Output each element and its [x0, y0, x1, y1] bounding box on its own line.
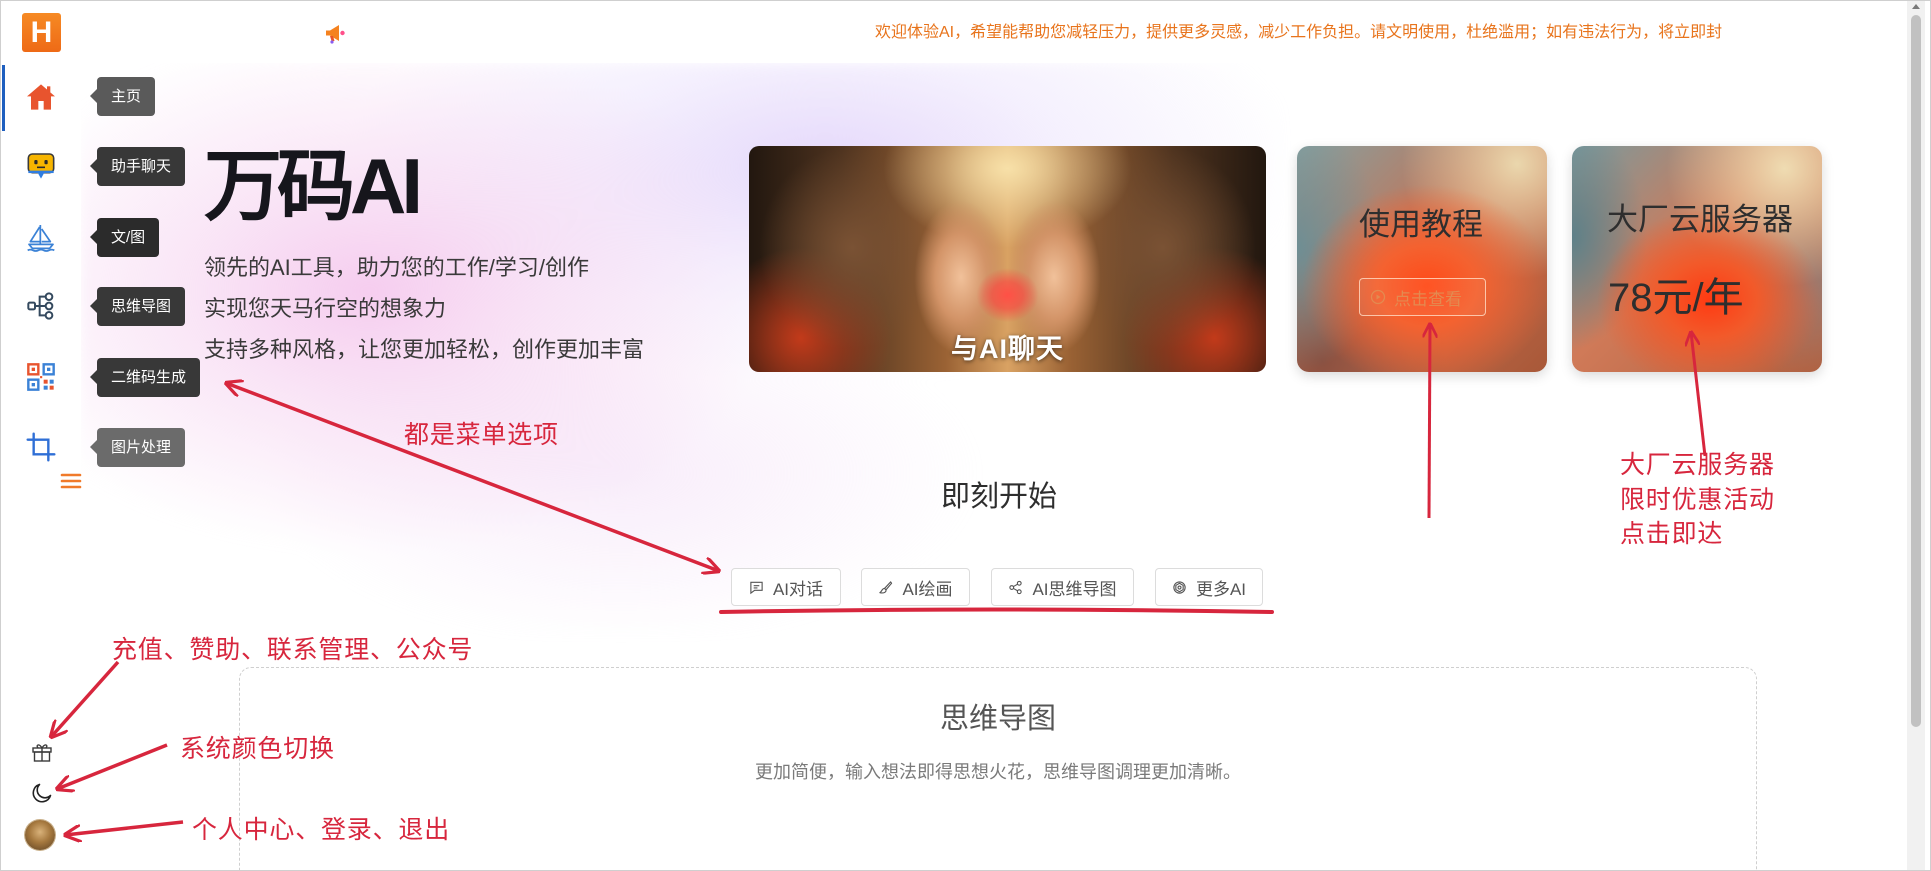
announcement-marquee: 欢迎体验AI，希望能帮助您减轻压力，提供更多灵感，减少工作负担。请文明使用，杜绝…	[875, 24, 1723, 41]
start-section-title: 即刻开始	[940, 481, 1057, 513]
app-screen: H 欢迎体验AI，希望能帮助您减轻压力，提供更多灵感，减少工作负担。请文明使用，…	[0, 0, 1931, 871]
annotation-theme: 系统颜色切换	[180, 735, 335, 763]
mindmap-icon	[25, 290, 57, 322]
feature-title: 思维导图	[939, 703, 1056, 735]
annotation-user: 个人中心、登录、退出	[192, 816, 451, 844]
gift-icon[interactable]	[30, 740, 54, 764]
more-ai-button[interactable]: 更多AI	[1155, 568, 1263, 606]
view-tutorial-button[interactable]: 点击查看	[1359, 278, 1486, 316]
chat-robot-icon	[25, 150, 57, 182]
sidebar-item-text-image[interactable]	[1, 209, 81, 265]
ai-chat-banner[interactable]: 与AI聊天	[749, 146, 1266, 372]
sailboat-icon	[25, 221, 57, 253]
ai-chat-button-label: AI对话	[772, 579, 824, 599]
cloud-server-card-title: 大厂云服务器	[1607, 202, 1793, 237]
ai-mindmap-button-label: AI思维导图	[1032, 579, 1117, 599]
page-scrollbar[interactable]	[1907, 1, 1925, 870]
sidebar-tooltip-home: 主页	[89, 77, 156, 116]
scrollbar-thumb[interactable]	[1911, 15, 1921, 727]
ai-drawing-button[interactable]: AI绘画	[861, 568, 970, 606]
more-ai-button-label: 更多AI	[1195, 579, 1247, 599]
hero-line: 实现您天马行空的想象力	[204, 296, 447, 321]
banner-caption: 与AI聊天	[951, 334, 1064, 364]
chat-bubble-icon	[749, 580, 764, 595]
sidebar-tooltip-chat: 助手聊天	[89, 147, 186, 186]
hamburger-icon[interactable]	[60, 470, 82, 492]
scroll-up-arrow-icon[interactable]	[1912, 4, 1920, 9]
hero-line: 支持多种风格，让您更加轻松，创作更加丰富	[204, 337, 645, 362]
cloud-server-card[interactable]: 大厂云服务器 78元/年	[1572, 146, 1822, 372]
top-bar: H 欢迎体验AI，希望能帮助您减轻压力，提供更多灵感，减少工作负担。请文明使用，…	[1, 1, 1930, 63]
view-tutorial-label: 点击查看	[1394, 289, 1462, 309]
sidebar-item-chat[interactable]	[1, 138, 81, 194]
sidebar-item-home[interactable]	[1, 69, 81, 125]
ai-mindmap-button[interactable]: AI思维导图	[991, 568, 1134, 606]
site-logo[interactable]: H	[22, 13, 61, 52]
hero-line: 领先的AI工具，助力您的工作/学习/创作	[204, 255, 590, 280]
sidebar-tooltip-text-image: 文/图	[89, 218, 160, 257]
annotation-promo-line: 限时优惠活动	[1620, 485, 1775, 514]
sidebar-item-mindmap[interactable]	[1, 278, 81, 334]
play-circle-icon	[1370, 289, 1386, 305]
sidebar-item-image-processing[interactable]	[1, 419, 81, 475]
annotation-promo: 大厂云服务器 限时优惠活动 点击即达	[1620, 448, 1775, 552]
openai-icon	[1172, 580, 1187, 595]
tutorial-card[interactable]: 使用教程 点击查看	[1297, 146, 1547, 372]
crop-icon	[25, 431, 57, 463]
annotation-menu: 都是菜单选项	[404, 421, 559, 449]
share-nodes-icon	[1008, 580, 1023, 595]
hero-title: 万码AI	[204, 142, 423, 230]
sidebar	[1, 63, 82, 870]
home-icon	[25, 81, 57, 113]
hero-subtitle: 领先的AI工具，助力您的工作/学习/创作 实现您天马行空的想象力 支持多种风格，…	[204, 247, 644, 370]
avatar[interactable]	[25, 820, 55, 850]
sidebar-tooltip-mindmap: 思维导图	[89, 287, 186, 326]
annotation-promo-line: 大厂云服务器	[1620, 451, 1775, 479]
annotation-bottom-tools: 充值、赞助、联系管理、公众号	[112, 636, 474, 664]
sidebar-tooltip-image-processing: 图片处理	[89, 428, 186, 467]
annotation-promo-line: 点击即达	[1620, 520, 1724, 548]
cloud-server-price: 78元/年	[1608, 276, 1744, 320]
mindmap-feature-panel[interactable]: 思维导图 更加简便，输入想法即得思想火花，思维导图调理更加清晰。	[239, 667, 1757, 870]
moon-icon[interactable]	[30, 781, 54, 805]
sidebar-item-qrcode[interactable]	[1, 349, 81, 405]
megaphone-icon	[323, 21, 347, 45]
avatar-arrow	[65, 820, 184, 835]
ai-chat-button[interactable]: AI对话	[731, 568, 841, 606]
qrcode-icon	[25, 361, 57, 393]
brush-icon	[878, 580, 893, 595]
feature-description: 更加简便，输入想法即得思想火花，思维导图调理更加清晰。	[755, 762, 1241, 782]
logo-letter: H	[30, 15, 53, 49]
tutorial-card-title: 使用教程	[1359, 207, 1483, 242]
sidebar-tooltip-qrcode: 二维码生成	[89, 358, 201, 397]
ai-drawing-button-label: AI绘画	[902, 579, 953, 599]
